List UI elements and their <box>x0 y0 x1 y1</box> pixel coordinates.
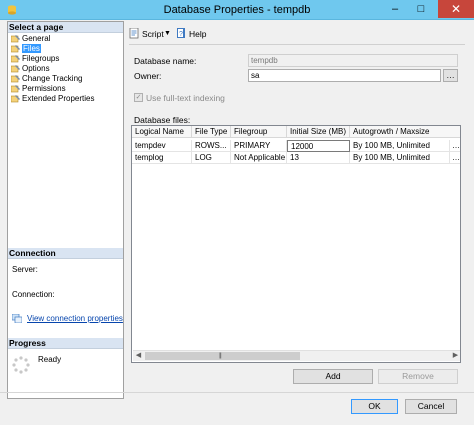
help-button[interactable]: Help <box>189 27 206 41</box>
database-name-label: Database name: <box>134 56 197 66</box>
bottom-divider <box>0 392 474 393</box>
maximize-button[interactable]: □ <box>410 0 432 18</box>
page-item-change-tracking[interactable]: Change Tracking <box>9 74 122 84</box>
page-wrench-icon <box>11 55 20 63</box>
table-row-cell[interactable]: 13 <box>287 152 350 164</box>
help-icon: ? <box>177 28 185 38</box>
column-header-initial-size[interactable]: Initial Size (MB) <box>287 126 350 138</box>
owner-browse-button[interactable]: … <box>443 69 458 82</box>
owner-field[interactable]: sa <box>248 69 441 82</box>
database-name-field[interactable]: tempdb <box>248 54 458 67</box>
scrollbar-thumb[interactable]: ||| <box>145 352 300 360</box>
column-header-logical-name[interactable]: Logical Name <box>132 126 192 138</box>
toolbar-divider <box>129 44 465 45</box>
fulltext-indexing-checkbox[interactable]: ✓ <box>134 93 143 102</box>
page-item-files[interactable]: Files <box>9 44 122 54</box>
scroll-left-arrow-icon[interactable]: ◀ <box>133 351 144 361</box>
server-label: Server: <box>12 265 38 274</box>
page-item-label: Extended Properties <box>22 94 95 103</box>
scroll-right-arrow-icon[interactable]: ▶ <box>450 351 460 361</box>
left-panel: Select a page General Files Filegroups O… <box>7 21 124 399</box>
table-row-cell[interactable]: By 100 MB, Unlimited <box>350 152 450 164</box>
table-row-cell[interactable]: By 100 MB, Unlimited <box>350 140 450 152</box>
script-button[interactable]: Script <box>142 27 164 41</box>
fulltext-indexing-label: Use full-text indexing <box>146 93 225 103</box>
table-row-cell[interactable]: PRIMARY <box>231 140 287 152</box>
page-wrench-icon <box>11 95 20 103</box>
progress-spinner-icon <box>12 356 30 374</box>
connection-header: Connection <box>8 248 123 259</box>
page-item-label: Permissions <box>22 84 66 93</box>
ok-button[interactable]: OK <box>351 399 398 414</box>
page-item-permissions[interactable]: Permissions <box>9 84 122 94</box>
grip-icon: ||| <box>219 353 222 359</box>
column-header-autogrowth[interactable]: Autogrowth / Maxsize <box>350 126 460 138</box>
view-connection-properties-link[interactable]: View connection properties <box>27 314 123 323</box>
close-window-button[interactable]: ✕ <box>438 0 474 18</box>
connection-label: Connection: <box>12 290 55 299</box>
page-item-extended-properties[interactable]: Extended Properties <box>9 94 122 104</box>
cancel-button[interactable]: Cancel <box>405 399 457 414</box>
progress-status: Ready <box>38 355 62 364</box>
table-row-cell[interactable]: LOG <box>192 152 231 164</box>
column-header-file-type[interactable]: File Type <box>192 126 231 138</box>
add-file-button[interactable]: Add <box>293 369 373 384</box>
progress-header: Progress <box>8 338 123 349</box>
horizontal-scrollbar[interactable]: ◀ ||| ▶ <box>133 350 460 361</box>
column-header-filegroup[interactable]: Filegroup <box>231 126 287 138</box>
page-item-options[interactable]: Options <box>9 64 122 74</box>
initial-size-edit-input[interactable]: 12000 <box>287 140 350 152</box>
table-row-cell[interactable]: templog <box>132 152 192 164</box>
page-item-general[interactable]: General <box>9 34 122 44</box>
select-page-header: Select a page <box>8 22 123 33</box>
page-wrench-icon <box>11 45 20 53</box>
page-wrench-icon <box>11 75 20 83</box>
remove-file-button[interactable]: Remove <box>378 369 458 384</box>
autogrowth-browse-button[interactable]: … <box>450 152 460 164</box>
page-item-label: Change Tracking <box>22 74 83 83</box>
page-item-label: Filegroups <box>22 54 60 63</box>
connection-properties-icon <box>12 314 22 323</box>
table-row-cell[interactable]: tempdev <box>132 140 192 152</box>
page-wrench-icon <box>11 85 20 93</box>
page-item-filegroups[interactable]: Filegroups <box>9 54 122 64</box>
script-dropdown-chevron-down-icon[interactable]: ▼ <box>164 27 171 41</box>
table-row-cell[interactable]: Not Applicable <box>231 152 287 164</box>
page-item-label: Files <box>22 44 41 53</box>
owner-label: Owner: <box>134 71 162 81</box>
minimize-button[interactable]: – <box>384 0 406 18</box>
page-wrench-icon <box>11 65 20 73</box>
page-item-label: Options <box>22 64 50 73</box>
page-wrench-icon <box>11 35 20 43</box>
table-row-cell[interactable]: ROWS... <box>192 140 231 152</box>
database-files-label: Database files: <box>134 115 191 125</box>
script-icon <box>129 28 139 39</box>
svg-text:?: ? <box>179 31 183 38</box>
page-item-label: General <box>22 34 51 43</box>
database-files-grid[interactable]: Logical Name File Type Filegroup Initial… <box>131 125 461 363</box>
autogrowth-browse-button[interactable]: … <box>450 140 460 152</box>
